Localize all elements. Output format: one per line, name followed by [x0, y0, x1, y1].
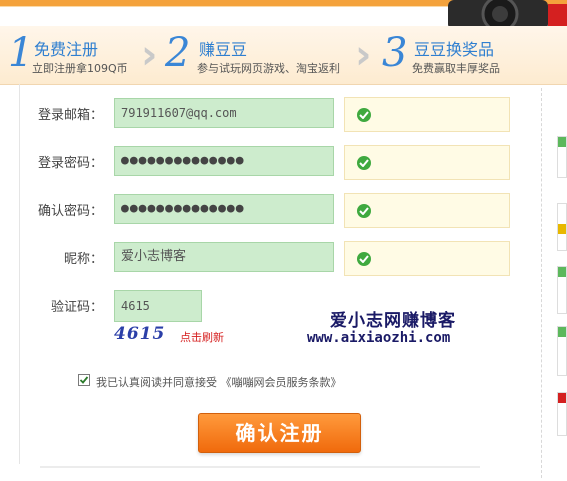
step-title: 免费注册 [34, 40, 99, 59]
nickname-field[interactable]: 爱小志博客 [114, 242, 334, 272]
side-ad-1[interactable] [557, 136, 567, 178]
step-number: 2 [165, 30, 191, 76]
chevron-right-icon: › [355, 32, 372, 78]
step-3: 3 豆豆换奖品 免费赢取丰厚奖品 [382, 26, 562, 84]
confirm-password-field[interactable]: ●●●●●●●●●●●●●● [114, 194, 334, 224]
watermark-url: www.aixiaozhi.com [307, 330, 451, 346]
step-subtitle: 参与试玩网页游戏、淘宝返利 [197, 62, 340, 75]
password-field[interactable]: ●●●●●●●●●●●●●● [114, 146, 334, 176]
captcha-image[interactable]: 4615 [114, 322, 174, 346]
watermark-title: 爱小志网赚博客 [330, 311, 456, 331]
email-status [344, 97, 510, 132]
step-subtitle: 免费赢取丰厚奖品 [412, 62, 500, 75]
side-ad-4[interactable] [557, 326, 567, 376]
step-1: 1 免费注册 立即注册拿109Q币 [8, 26, 143, 84]
side-ad-5[interactable] [557, 392, 567, 436]
step-subtitle: 立即注册拿109Q币 [32, 62, 128, 75]
side-ad-2[interactable] [557, 203, 567, 251]
chevron-right-icon: › [141, 32, 158, 78]
nickname-label: 昵称： [63, 252, 103, 267]
right-divider [541, 88, 543, 478]
nickname-status [344, 241, 510, 276]
check-icon [357, 252, 371, 266]
password-label: 登录密码： [37, 156, 103, 171]
registration-steps-banner: 1 免费注册 立即注册拿109Q币 › 2 赚豆豆 参与试玩网页游戏、淘宝返利 … [0, 26, 567, 85]
password-status [344, 145, 510, 180]
check-icon [357, 204, 371, 218]
step-number: 3 [382, 30, 408, 76]
refresh-captcha-link[interactable]: 点击刷新 [180, 329, 224, 345]
email-field[interactable]: 791911607@qq.com [114, 98, 334, 128]
step-title: 豆豆换奖品 [414, 40, 495, 59]
check-icon [357, 156, 371, 170]
form-left-border [19, 84, 20, 464]
checkmark-icon [79, 376, 89, 384]
check-icon [357, 108, 371, 122]
email-label: 登录邮箱： [37, 108, 103, 123]
form-bottom-divider [40, 466, 480, 468]
agreement-checkbox[interactable] [78, 374, 90, 386]
step-title: 赚豆豆 [199, 40, 248, 59]
side-ad-3[interactable] [557, 266, 567, 314]
confirm-password-status [344, 193, 510, 228]
agreement-text[interactable]: 我已认真阅读并同意接受 《嘣嘣网会员服务条款》 [96, 374, 342, 390]
confirm-register-button[interactable]: 确认注册 [198, 413, 361, 453]
captcha-field[interactable]: 4615 [114, 290, 202, 322]
step-2: 2 赚豆豆 参与试玩网页游戏、淘宝返利 [165, 26, 355, 84]
captcha-label: 验证码： [50, 300, 103, 315]
step-number: 1 [8, 30, 34, 76]
confirm-password-label: 确认密码： [37, 204, 103, 219]
